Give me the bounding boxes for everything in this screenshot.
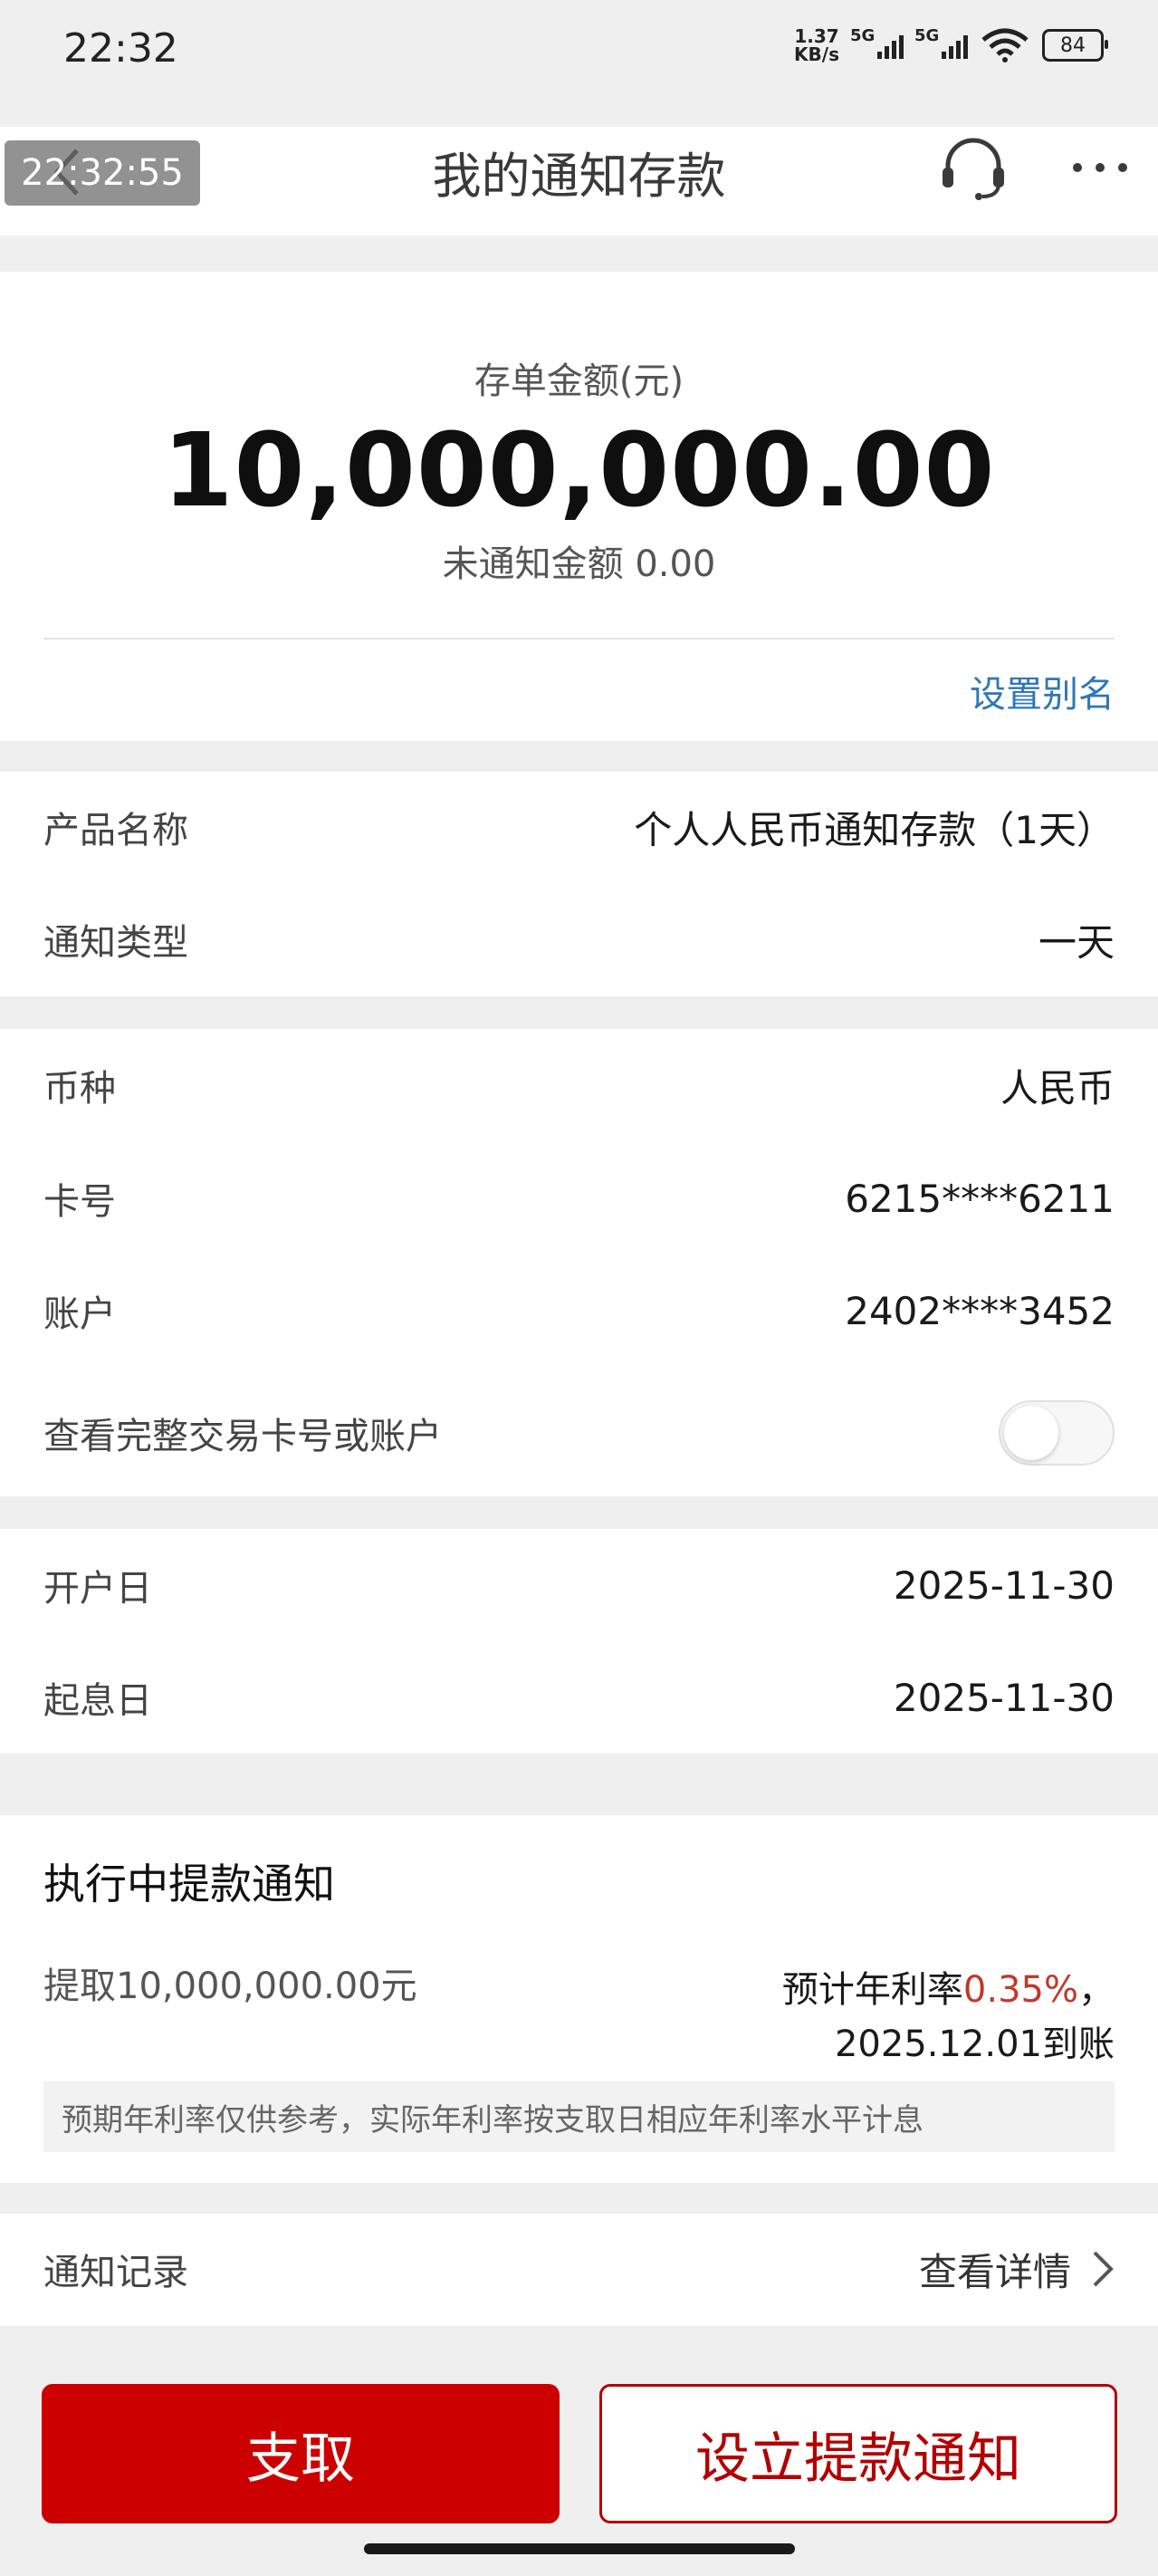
row-label: 起息日 (43, 1680, 152, 1722)
view-details-link[interactable]: 查看详情 (919, 2242, 1115, 2297)
show-full-number-toggle[interactable] (999, 1400, 1115, 1466)
value-date-row: 起息日 2025-11-30 (43, 1666, 1115, 1729)
row-label: 产品名称 (43, 810, 188, 851)
rate-suffix: ， (1078, 1969, 1115, 2011)
notice-type-row: 通知类型 一天 (43, 908, 1115, 971)
row-label: 通知类型 (43, 922, 188, 964)
set-alias-link[interactable]: 设置别名 (970, 665, 1115, 717)
amount-label: 存单金额(元) (474, 360, 684, 402)
view-details-text: 查看详情 (918, 2249, 1071, 2294)
wifi-icon (981, 28, 1029, 62)
row-value: 6215****6211 (845, 1176, 1115, 1221)
status-icons: 1.37 KB/s 5G 5G 84 (794, 26, 1108, 63)
net-speed-value: 1.37 (794, 25, 839, 47)
home-indicator[interactable] (364, 2543, 795, 2554)
currency-row: 币种 人民币 (43, 1053, 1115, 1117)
withdraw-amount-text: 提取10,000,000.00元 (43, 1966, 417, 2007)
more-icon[interactable] (1068, 159, 1132, 177)
expected-rate-line: 预计年利率0.35%， (782, 1960, 1115, 2013)
signal-icon-sim1: 5G (850, 26, 904, 59)
row-label: 卡号 (43, 1181, 116, 1223)
unnotified-amount: 未通知金额 0.00 (442, 543, 716, 585)
row-label: 账户 (43, 1293, 116, 1335)
toggle-label: 查看完整交易卡号或账户 (43, 1416, 442, 1457)
row-value: 2025-11-30 (893, 1675, 1115, 1720)
open-date-row: 开户日 2025-11-30 (43, 1553, 1115, 1617)
notice-section-title: 执行中提款通知 (43, 1860, 335, 1908)
battery-level: 84 (1060, 34, 1086, 57)
status-time: 22:32 (63, 25, 178, 72)
row-label: 开户日 (43, 1568, 152, 1610)
set-withdrawal-notice-button[interactable]: 设立提款通知 (599, 2384, 1117, 2523)
arrival-date: 2025.12.01到账 (834, 2023, 1115, 2065)
product-name-row: 产品名称 个人人民币通知存款（1天） (43, 795, 1115, 859)
account-number-row: 账户 2402****3452 (43, 1279, 1115, 1342)
row-label: 币种 (43, 1068, 116, 1110)
deposit-amount: 10,000,000.00 (162, 412, 996, 530)
chevron-right-icon (1093, 2251, 1114, 2287)
notice-records-row[interactable]: 通知记录 查看详情 (43, 2237, 1115, 2301)
battery-icon: 84 (1042, 29, 1108, 62)
net-speed-unit: KB/s (794, 43, 839, 65)
row-value: 一天 (1038, 919, 1115, 965)
card-number-row: 卡号 6215****6211 (43, 1167, 1115, 1230)
signal-icon-sim2: 5G (914, 26, 968, 59)
sim2-label: 5G (914, 26, 940, 45)
network-speed: 1.37 KB/s (794, 27, 839, 63)
sim1-label: 5G (850, 26, 876, 45)
row-value: 个人人民币通知存款（1天） (634, 807, 1115, 852)
divider (43, 638, 1115, 639)
rate-value: 0.35% (962, 1969, 1078, 2011)
row-value: 2025-11-30 (893, 1562, 1115, 1608)
records-label: 通知记录 (43, 2252, 188, 2293)
row-value: 人民币 (1000, 1065, 1115, 1110)
rate-disclaimer: 预期年利率仅供参考，实际年利率按支取日相应年利率水平计息 (43, 2081, 1115, 2152)
rate-prefix: 预计年利率 (781, 1969, 963, 2011)
customer-service-icon[interactable] (937, 131, 1010, 204)
row-value: 2402****3452 (845, 1288, 1115, 1333)
toggle-knob (1004, 1406, 1058, 1460)
show-full-number-row: 查看完整交易卡号或账户 (43, 1399, 1115, 1467)
withdraw-button[interactable]: 支取 (42, 2384, 560, 2523)
